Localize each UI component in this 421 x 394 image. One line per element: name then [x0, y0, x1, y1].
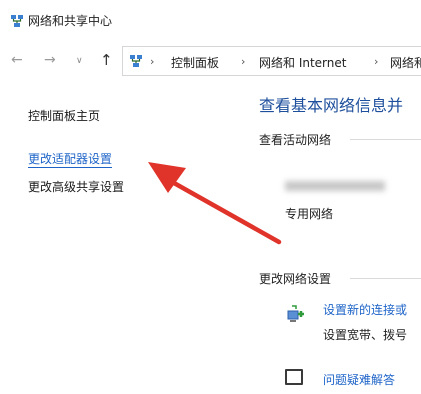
window-title: 网络和共享中心 — [28, 14, 113, 28]
network-name-blurred — [285, 181, 385, 191]
breadcrumb-separator: › — [241, 55, 246, 68]
control-panel-home-link[interactable]: 控制面板主页 — [28, 107, 100, 124]
new-connection-icon[interactable] — [285, 302, 309, 326]
section-divider — [350, 278, 421, 279]
page-title: 查看基本网络信息并 — [259, 96, 404, 115]
forward-arrow-icon[interactable]: → — [44, 52, 56, 68]
section-divider — [350, 139, 421, 140]
troubleshoot-link[interactable]: 问题疑难解答 — [323, 371, 395, 388]
setup-new-connection-link[interactable]: 设置新的连接或 — [323, 301, 407, 318]
back-arrow-icon[interactable]: ← — [11, 52, 23, 68]
network-center-icon — [11, 15, 23, 27]
breadcrumb-control-panel[interactable]: 控制面板 — [171, 54, 219, 71]
breadcrumb-separator: › — [374, 55, 379, 68]
address-network-icon — [130, 55, 142, 67]
chevron-down-icon[interactable]: ∨ — [76, 56, 83, 66]
setup-new-connection-desc: 设置宽带、拨号 — [323, 328, 408, 342]
up-arrow-icon[interactable]: ↑ — [100, 51, 113, 69]
breadcrumb-network-internet[interactable]: 网络和 Internet — [259, 54, 346, 71]
breadcrumb-separator: › — [150, 55, 155, 68]
breadcrumb-network-center[interactable]: 网络和 — [390, 54, 421, 71]
change-adapter-settings-link[interactable]: 更改适配器设置 — [28, 150, 113, 168]
troubleshoot-icon[interactable] — [285, 369, 303, 385]
change-network-settings-heading: 更改网络设置 — [259, 272, 332, 286]
change-advanced-sharing-link[interactable]: 更改高级共享设置 — [28, 178, 124, 195]
active-networks-heading: 查看活动网络 — [259, 133, 332, 147]
network-type-label: 专用网络 — [285, 207, 334, 221]
